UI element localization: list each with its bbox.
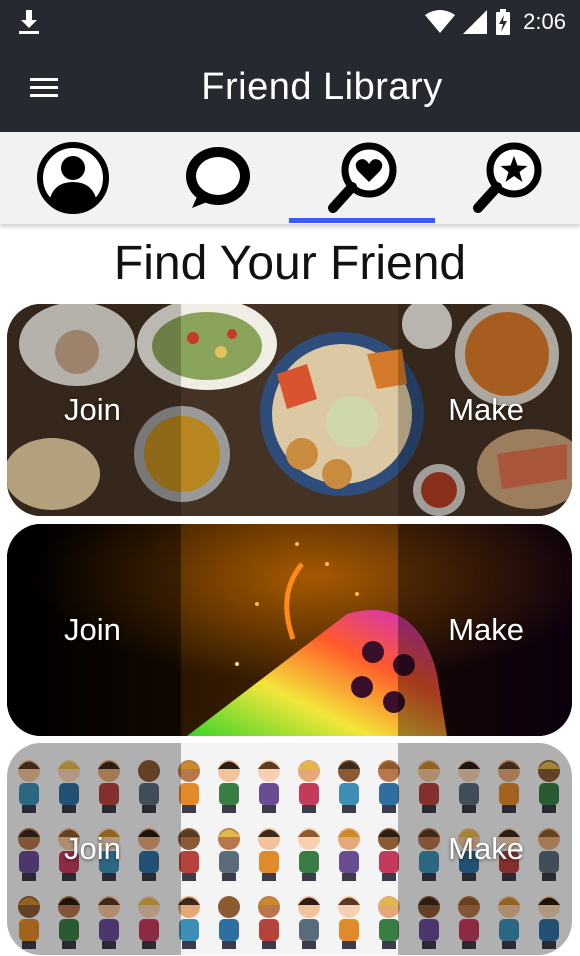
make-button[interactable]: Make xyxy=(448,392,524,428)
card-food[interactable]: Join Make xyxy=(7,304,572,516)
status-bar: 2:06 xyxy=(0,0,580,44)
search-heart-icon xyxy=(327,142,396,213)
tab-profile[interactable] xyxy=(0,132,145,224)
card-people[interactable]: Join Make xyxy=(7,743,572,955)
join-button[interactable]: Join xyxy=(64,831,121,867)
join-button[interactable]: Join xyxy=(64,612,121,648)
tab-selected-indicator xyxy=(289,218,435,223)
tab-chat[interactable] xyxy=(145,132,290,224)
make-button[interactable]: Make xyxy=(448,612,524,648)
tab-find-friend[interactable] xyxy=(290,132,435,224)
battery-icon xyxy=(496,9,511,35)
download-icon xyxy=(19,10,39,34)
status-time: 2:06 xyxy=(523,9,566,34)
join-button[interactable]: Join xyxy=(64,392,121,428)
app-bar: Friend Library xyxy=(0,44,580,132)
person-circle-icon xyxy=(36,142,109,214)
page-title: Find Your Friend xyxy=(113,237,467,290)
search-star-icon xyxy=(472,142,541,213)
wifi-icon xyxy=(425,10,456,33)
app-title: Friend Library xyxy=(201,66,443,108)
make-button[interactable]: Make xyxy=(448,831,524,867)
signal-icon xyxy=(463,10,488,34)
chat-bubble-icon xyxy=(185,147,250,208)
tab-bar xyxy=(0,132,580,224)
tab-favorites[interactable] xyxy=(435,132,580,224)
card-game[interactable]: Join Make xyxy=(7,524,572,736)
